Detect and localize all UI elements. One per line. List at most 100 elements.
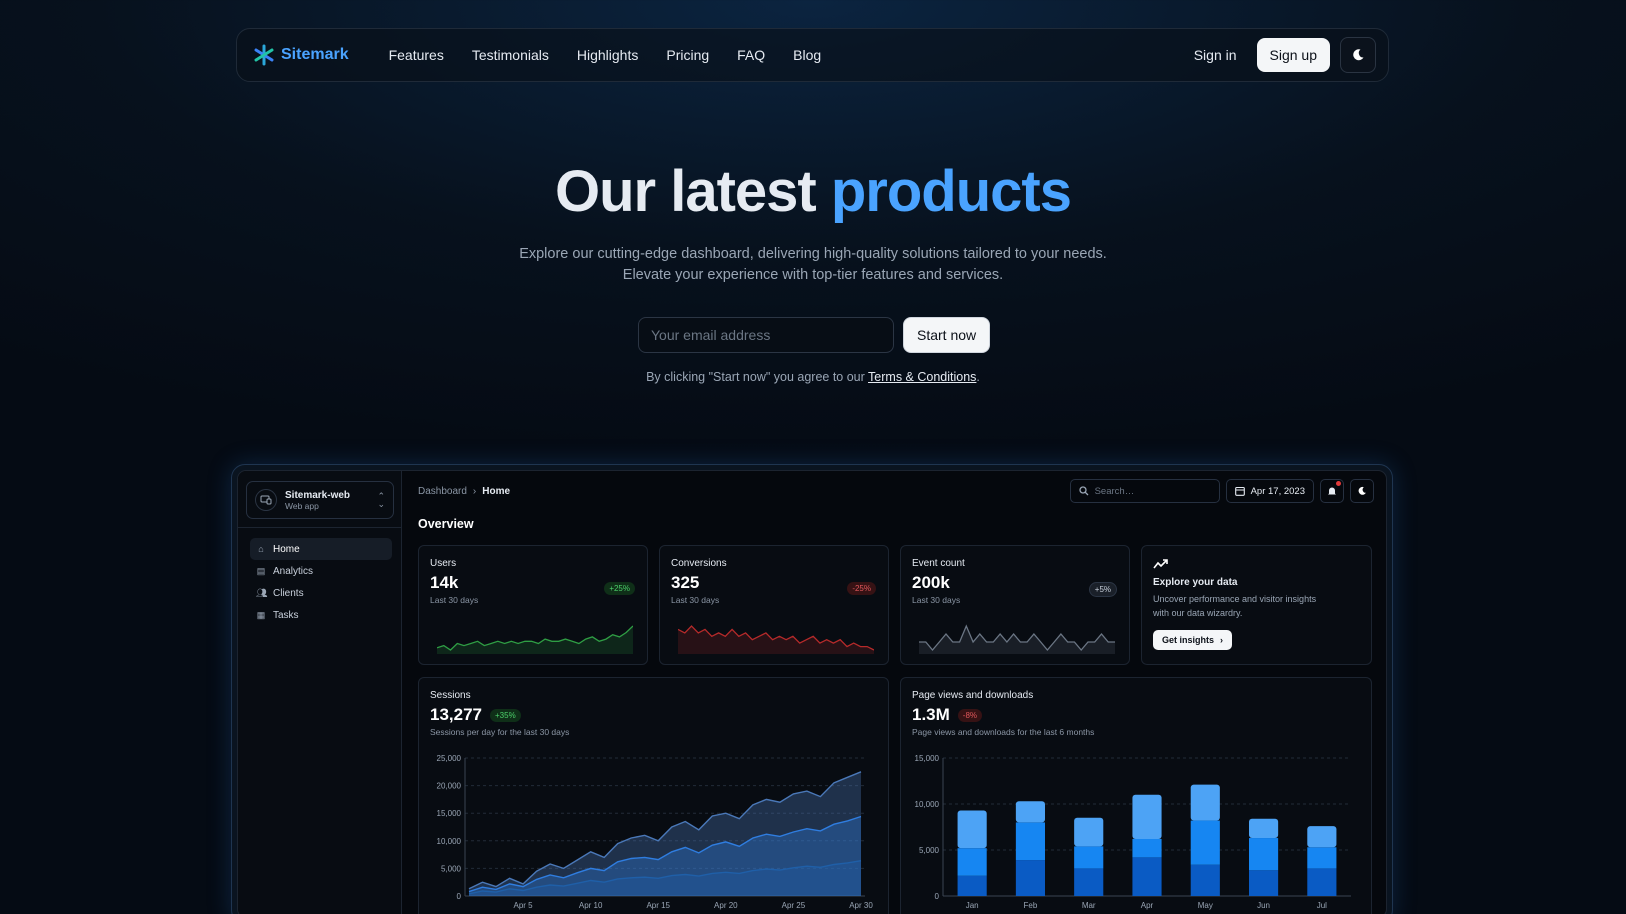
stat-subtitle: Last 30 days: [912, 595, 961, 605]
y-tick-label: 0: [457, 892, 462, 901]
breadcrumb: Dashboard › Home: [418, 486, 510, 497]
bar-segment: [1074, 817, 1104, 847]
x-tick-label: Jan: [966, 901, 979, 910]
dashboard-theme-toggle[interactable]: [1350, 479, 1374, 503]
y-tick-label: 10,000: [915, 800, 940, 809]
sidebar-item-analytics[interactable]: ▤ Analytics: [250, 560, 392, 582]
bar-segment: [1015, 801, 1045, 823]
sidebar-divider: [238, 527, 402, 528]
bar-segment: [1307, 868, 1337, 896]
sessions-value: 13,277: [430, 705, 482, 724]
theme-toggle-button[interactable]: [1340, 37, 1376, 73]
bar-segment: [1190, 820, 1220, 865]
workspace-selector[interactable]: Sitemark-web Web app ⌃ ⌄: [246, 481, 394, 519]
dashboard-toolbar: Search… Apr 17, 2023: [1069, 479, 1374, 503]
search-icon: [1078, 486, 1089, 496]
terms-suffix: .: [976, 370, 980, 384]
terms-text: By clicking "Start now" you agree to our…: [0, 370, 1626, 384]
sidebar-item-clients[interactable]: 👥︎ Clients: [250, 582, 392, 604]
sidebar-menu: ⌂ Home ▤ Analytics 👥︎ Clients ▦ Tasks: [250, 538, 392, 626]
pageviews-badge: -8%: [957, 708, 983, 722]
nav-link-blog[interactable]: Blog: [781, 41, 833, 69]
x-tick-label: May: [1198, 901, 1213, 910]
breadcrumb-parent[interactable]: Dashboard: [418, 486, 467, 497]
notifications-button[interactable]: [1320, 479, 1344, 503]
chevron-right-icon: ›: [1220, 635, 1224, 645]
bar-segment: [1190, 864, 1220, 896]
sidebar-item-label: Clients: [273, 587, 304, 599]
sign-up-button[interactable]: Sign up: [1256, 38, 1330, 72]
calendar-icon: [1234, 486, 1245, 496]
x-tick-label: Apr 30: [849, 901, 873, 910]
stat-subtitle: Last 30 days: [430, 595, 479, 605]
sign-in-button[interactable]: Sign in: [1184, 39, 1247, 71]
email-signup-form: Start now: [638, 317, 991, 353]
stat-card-users: Users 14k Last 30 days +25%: [418, 545, 648, 665]
terms-link[interactable]: Terms & Conditions: [868, 370, 976, 384]
chevron-right-icon: ›: [472, 486, 477, 497]
x-tick-label: Jul: [1317, 901, 1327, 910]
nav-link-pricing[interactable]: Pricing: [654, 41, 721, 69]
nav-link-highlights[interactable]: Highlights: [565, 41, 650, 69]
dashboard-sidebar: Sitemark-web Web app ⌃ ⌄ ⌂ Home ▤ Analyti…: [238, 471, 402, 914]
sidebar-item-label: Home: [273, 543, 300, 555]
trend-badge: +5%: [1088, 582, 1117, 597]
moon-icon: [1353, 49, 1364, 61]
hero-title: Our latest products: [0, 158, 1626, 225]
y-tick-label: 5,000: [441, 864, 462, 873]
bar-segment: [1015, 822, 1045, 861]
x-tick-label: Apr 15: [646, 901, 670, 910]
nav-links: Features Testimonials Highlights Pricing…: [377, 41, 834, 69]
nav-link-features[interactable]: Features: [377, 41, 456, 69]
explore-text: Uncover performance and visitor insights…: [1153, 592, 1360, 620]
x-tick-label: Apr 20: [714, 901, 738, 910]
home-icon: ⌂: [258, 544, 264, 554]
sidebar-item-tasks[interactable]: ▦ Tasks: [250, 604, 392, 626]
workspace-title: Sitemark-web: [285, 489, 351, 501]
brand-logo[interactable]: Sitemark: [253, 44, 349, 66]
hero-subtitle-line1: Explore our cutting-edge dashboard, deli…: [519, 246, 1107, 262]
dashboard-preview: Sitemark-web Web app ⌃ ⌄ ⌂ Home ▤ Analyti…: [231, 464, 1393, 914]
pageviews-subtitle: Page views and downloads for the last 6 …: [912, 727, 1095, 737]
nav-actions: Sign in Sign up: [1184, 37, 1376, 73]
y-tick-label: 5,000: [919, 846, 940, 855]
bar-segment: [957, 848, 987, 876]
nav-link-faq[interactable]: FAQ: [725, 41, 777, 69]
pageviews-chart-card: Page views and downloads 1.3M -8% Page v…: [900, 677, 1372, 914]
dashboard-window: Sitemark-web Web app ⌃ ⌄ ⌂ Home ▤ Analyti…: [237, 470, 1387, 914]
explore-title: Explore your data: [1153, 577, 1238, 588]
terms-prefix: By clicking "Start now" you agree to our: [646, 370, 865, 384]
bar-segment: [957, 810, 987, 849]
explore-text-line1: Uncover performance and visitor insights: [1153, 594, 1317, 604]
sessions-subtitle: Sessions per day for the last 30 days: [430, 727, 570, 737]
trend-badge: +25%: [604, 582, 635, 595]
bar-segment: [1015, 860, 1045, 896]
bar-segment: [1074, 846, 1104, 869]
notification-dot: [1336, 481, 1341, 486]
conversions-sparkline: [678, 625, 874, 654]
sparkline-area: [919, 626, 1115, 654]
bar-segment: [1132, 838, 1162, 858]
y-tick-label: 0: [935, 892, 940, 901]
sidebar-item-home[interactable]: ⌂ Home: [250, 538, 392, 560]
date-picker-button[interactable]: Apr 17, 2023: [1225, 479, 1314, 503]
bar-segment: [1249, 870, 1279, 896]
events-sparkline: [919, 624, 1115, 654]
sidebar-item-label: Analytics: [273, 565, 314, 577]
sessions-chart-card: Sessions 13,277 +35% Sessions per day fo…: [418, 677, 889, 914]
email-input[interactable]: [638, 317, 894, 353]
x-tick-label: Apr: [1141, 901, 1154, 910]
x-tick-label: Mar: [1082, 901, 1096, 910]
nav-link-testimonials[interactable]: Testimonials: [460, 41, 561, 69]
sparkline-area: [678, 626, 874, 654]
stat-title: Event count: [912, 558, 965, 569]
stat-subtitle: Last 30 days: [671, 595, 720, 605]
sidebar-item-label: Tasks: [273, 609, 299, 621]
hero-title-accent: products: [830, 159, 1072, 224]
get-insights-button[interactable]: Get insights ›: [1153, 630, 1233, 650]
start-now-button[interactable]: Start now: [903, 317, 991, 353]
pageviews-value: 1.3M: [912, 705, 950, 724]
overview-heading: Overview: [418, 517, 474, 531]
stat-value: 200k: [912, 573, 950, 592]
dashboard-search-input[interactable]: Search…: [1069, 479, 1220, 503]
